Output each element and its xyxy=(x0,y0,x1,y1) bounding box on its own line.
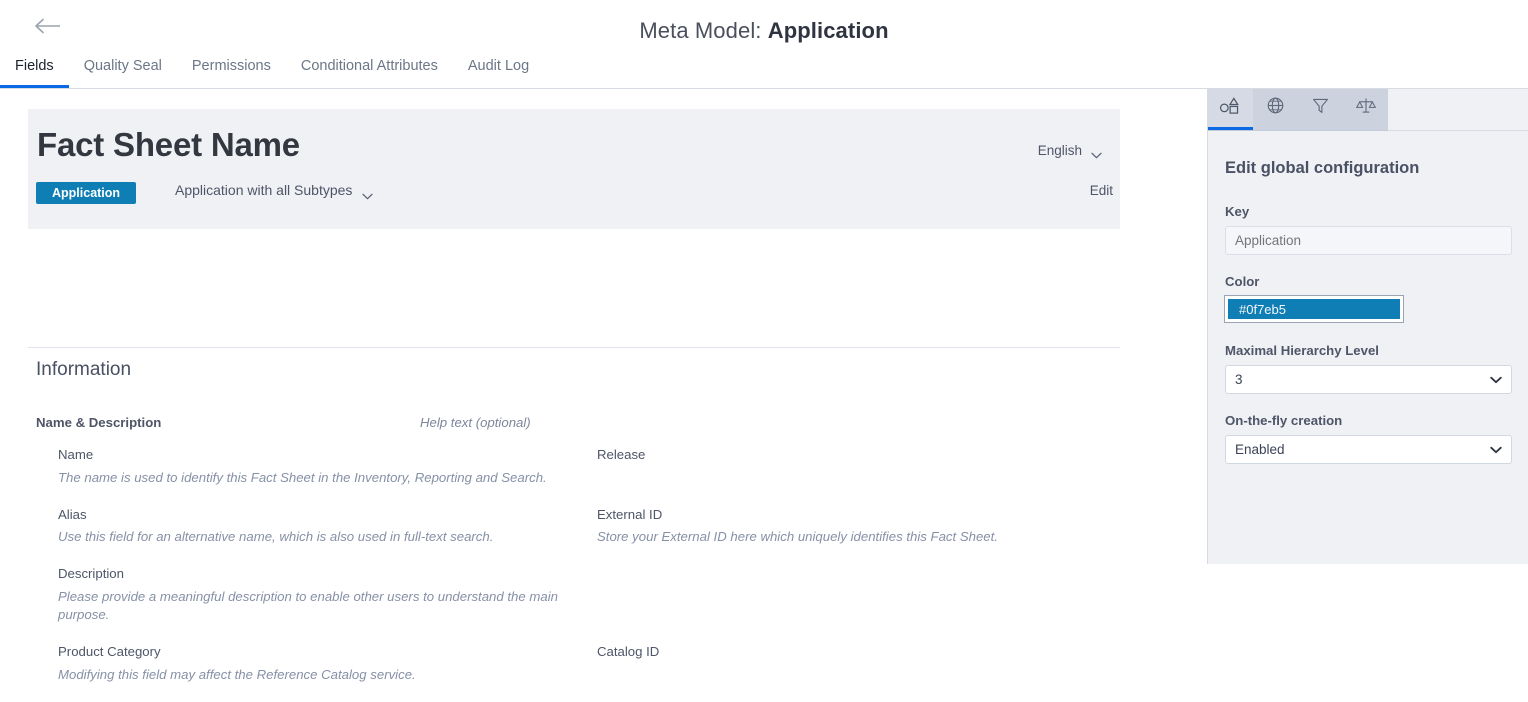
subtype-dropdown-label: Application with all Subtypes xyxy=(175,182,353,198)
section-divider xyxy=(28,347,1120,348)
tab-conditional-attributes-label: Conditional Attributes xyxy=(300,57,438,74)
field-rows: Name The name is used to identify this F… xyxy=(36,446,1116,683)
language-dropdown-label: English xyxy=(1037,143,1082,158)
tab-quality-seal[interactable]: Quality Seal xyxy=(69,52,177,88)
chevron-down-icon xyxy=(362,187,374,199)
shapes-icon xyxy=(1219,96,1242,120)
field-description[interactable]: Description Please provide a meaningful … xyxy=(58,565,597,623)
page-body: Fact Sheet Name Application Application … xyxy=(0,89,1528,682)
hierarchy-level-value: 3 xyxy=(1235,372,1243,387)
tab-bar: Fields Quality Seal Permissions Conditio… xyxy=(0,52,544,88)
chevron-down-icon xyxy=(1490,372,1502,387)
group-header: Name & Description Help text (optional) xyxy=(36,415,1116,430)
group-label: Name & Description xyxy=(36,415,162,430)
field-help: Use this field for an alternative name, … xyxy=(58,529,494,545)
edit-link[interactable]: Edit xyxy=(1090,183,1113,198)
top-bar: Meta Model: Application Fields Quality S… xyxy=(0,0,1528,89)
field-label: Name xyxy=(58,447,94,462)
panel-tab-scales[interactable] xyxy=(1343,89,1388,130)
field-label: Alias xyxy=(58,506,87,522)
field-row: Description Please provide a meaningful … xyxy=(36,565,1116,623)
edit-link-label: Edit xyxy=(1089,183,1113,198)
panel-tab-filter[interactable] xyxy=(1298,89,1343,130)
field-name[interactable]: Name The name is used to identify this F… xyxy=(58,446,597,487)
panel-title: Edit global configuration xyxy=(1225,159,1420,177)
tab-conditional-attributes[interactable]: Conditional Attributes xyxy=(286,52,453,88)
tab-permissions-label: Permissions xyxy=(191,57,271,74)
field-product-category[interactable]: Product Category Modifying this field ma… xyxy=(58,643,597,684)
page-title-value: Application xyxy=(767,18,889,43)
panel-body: Edit global configuration Key Color #0f7… xyxy=(1208,131,1528,464)
panel-tab-shapes[interactable] xyxy=(1208,89,1253,130)
tab-audit-log[interactable]: Audit Log xyxy=(453,52,544,88)
fact-sheet-header-card: Fact Sheet Name Application Application … xyxy=(28,109,1120,229)
panel-tab-strip xyxy=(1208,89,1528,131)
field-help: Please provide a meaningful description … xyxy=(58,589,558,622)
color-field-label: Color xyxy=(1225,274,1260,289)
chevron-down-icon xyxy=(1091,147,1102,159)
color-swatch[interactable]: #0f7eb5 xyxy=(1228,299,1400,319)
balance-scales-icon xyxy=(1355,96,1377,120)
key-input[interactable] xyxy=(1225,226,1512,255)
field-row: Alias Use this field for an alternative … xyxy=(36,506,1116,547)
field-label: Release xyxy=(597,447,646,462)
panel-tab-strip-filler xyxy=(1388,89,1528,131)
tab-fields-label: Fields xyxy=(15,57,54,74)
panel-tab-globe[interactable] xyxy=(1253,89,1298,130)
field-row: Product Category Modifying this field ma… xyxy=(36,643,1116,684)
color-input[interactable]: #0f7eb5 xyxy=(1224,295,1404,323)
field-label: Description xyxy=(58,566,124,582)
hierarchy-level-select[interactable]: 3 xyxy=(1225,365,1512,394)
name-description-group: Name & Description Help text (optional) … xyxy=(36,415,1116,702)
hierarchy-level-label: Maximal Hierarchy Level xyxy=(1225,343,1379,358)
page-title: Meta Model: Application xyxy=(0,18,1528,44)
field-release[interactable]: Release xyxy=(597,446,1136,487)
field-help: Modifying this field may affect the Refe… xyxy=(58,666,416,682)
field-external-id[interactable]: External ID Store your External ID here … xyxy=(597,506,1136,547)
main-content: Fact Sheet Name Application Application … xyxy=(0,89,1207,682)
field-label: Catalog ID xyxy=(597,643,660,659)
field-label: External ID xyxy=(597,506,663,522)
color-value-text: #0f7eb5 xyxy=(1239,301,1286,317)
panel-icon-tabs xyxy=(1208,89,1388,131)
filter-funnel-icon xyxy=(1311,96,1330,120)
onthefly-creation-value: Enabled xyxy=(1235,442,1285,457)
tab-quality-seal-label: Quality Seal xyxy=(83,57,162,74)
config-side-panel: Edit global configuration Key Color #0f7… xyxy=(1207,89,1528,564)
language-dropdown[interactable]: English xyxy=(1037,143,1102,159)
tab-fields[interactable]: Fields xyxy=(0,52,69,88)
fact-sheet-type-badge-label: Application xyxy=(52,186,121,200)
globe-icon xyxy=(1266,96,1285,120)
chevron-down-icon xyxy=(1490,442,1502,457)
fact-sheet-type-badge[interactable]: Application xyxy=(36,182,137,204)
field-alias[interactable]: Alias Use this field for an alternative … xyxy=(58,506,597,547)
field-row: Name The name is used to identify this F… xyxy=(36,446,1116,487)
fact-sheet-name: Fact Sheet Name xyxy=(37,126,300,163)
onthefly-creation-label: On-the-fly creation xyxy=(1225,413,1343,428)
group-help-text: Help text (optional) xyxy=(420,415,531,430)
tab-permissions[interactable]: Permissions xyxy=(177,52,286,88)
subtype-dropdown[interactable]: Application with all Subtypes xyxy=(175,182,374,199)
information-section-title: Information xyxy=(36,359,132,380)
field-help: The name is used to identify this Fact S… xyxy=(58,469,547,485)
key-field-label: Key xyxy=(1225,204,1250,219)
field-catalog-id[interactable]: Catalog ID xyxy=(597,643,1136,684)
page-title-prefix: Meta Model: xyxy=(639,18,762,43)
field-help: Store your External ID here which unique… xyxy=(597,529,998,545)
tab-audit-log-label: Audit Log xyxy=(467,57,530,74)
onthefly-creation-select[interactable]: Enabled xyxy=(1225,435,1512,464)
field-label: Product Category xyxy=(58,643,161,659)
